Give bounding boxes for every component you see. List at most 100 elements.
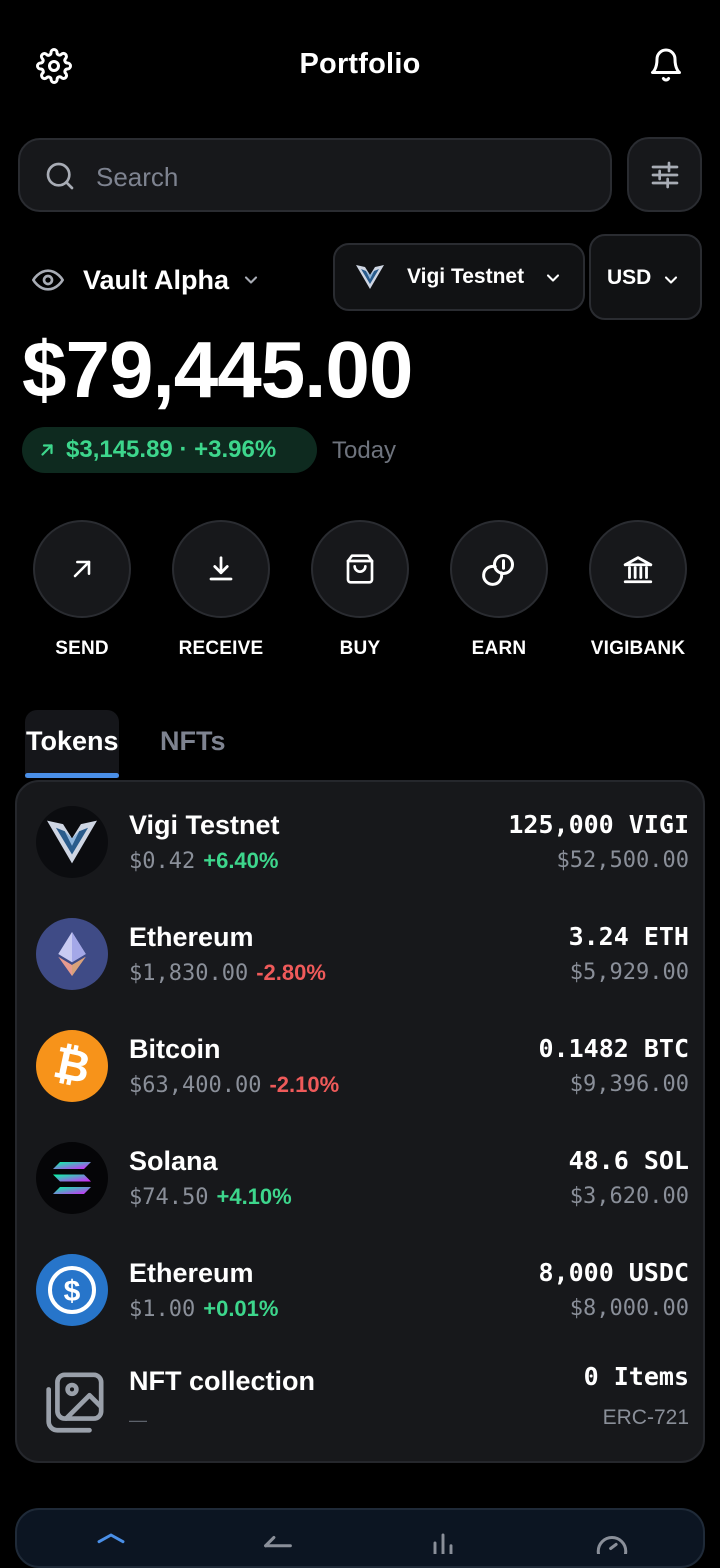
bitcoin-icon: ₿	[36, 1030, 108, 1102]
header: Portfolio	[0, 0, 720, 132]
token-price: $1.00	[129, 1297, 196, 1322]
currency-label: USD	[607, 266, 652, 289]
token-amount: 0.1482 BTC	[538, 1034, 689, 1063]
receive-button-circle[interactable]	[172, 520, 270, 618]
send-button[interactable]: SEND	[20, 520, 144, 660]
token-row-ethereum[interactable]: Ethereum $1,830.00 -2.80% 3.24 ETH $5,929…	[17, 894, 707, 1006]
sliders-icon	[651, 161, 679, 189]
network-selector[interactable]: Vigi Testnet	[333, 243, 585, 311]
token-amount: 8,000 USDC	[538, 1258, 689, 1287]
nft-collection-row[interactable]: NFT collection — 0 Items ERC-721	[17, 1344, 707, 1456]
period-label: Today	[332, 437, 397, 464]
token-price-row: $1,830.00 -2.80%	[129, 960, 326, 986]
arrow-up-right-icon	[41, 444, 53, 456]
buy-button-circle[interactable]	[311, 520, 409, 618]
token-name: Solana	[129, 1146, 218, 1176]
token-row-bitcoin[interactable]: ₿ Bitcoin $63,400.00 -2.10% 0.1482 BTC $9…	[17, 1006, 707, 1118]
usdc-icon: $	[36, 1254, 108, 1326]
buy-label: BUY	[339, 638, 381, 659]
receive-button[interactable]: RECEIVE	[159, 520, 283, 660]
vault-selector[interactable]: Vault Alpha	[32, 258, 261, 302]
token-row-solana[interactable]: Solana $74.50 +4.10% 48.6 SOL $3,620.00	[17, 1118, 707, 1230]
currency-selector[interactable]: USD	[589, 234, 702, 320]
vault-name: Vault Alpha	[83, 264, 230, 295]
search-placeholder: Search	[96, 162, 179, 192]
vigibank-label: VIGIBANK	[590, 638, 686, 659]
bell-icon[interactable]	[648, 46, 684, 84]
bank-icon[interactable]	[95, 1532, 127, 1554]
token-value: $9,396.00	[569, 1072, 689, 1097]
buy-button[interactable]: BUY	[298, 520, 422, 660]
earn-label: EARN	[471, 638, 527, 659]
send-button-circle[interactable]	[33, 520, 131, 618]
chevron-down-icon	[546, 274, 560, 282]
token-value: ERC-721	[602, 1406, 689, 1429]
token-name: Ethereum	[129, 922, 254, 952]
token-change: +6.40%	[203, 848, 279, 873]
solana-icon	[36, 1142, 108, 1214]
arrow-left-icon[interactable]	[261, 1532, 295, 1554]
svg-text:$: $	[64, 1275, 81, 1308]
download-icon	[209, 556, 233, 581]
token-list: Vigi Testnet $0.42 +6.40% 125,000 VIGI $5…	[15, 780, 705, 1463]
token-value: $8,000.00	[569, 1296, 689, 1321]
token-amount: 48.6 SOL	[568, 1146, 689, 1175]
token-row-usdc[interactable]: $ Ethereum $1.00 +0.01% 8,000 USDC $8,000…	[17, 1230, 707, 1342]
token-price: $1,830.00	[129, 961, 249, 986]
receive-label: RECEIVE	[178, 638, 264, 659]
chevron-down-icon	[244, 276, 258, 284]
earn-button[interactable]: EARN	[437, 520, 561, 660]
vigi-logo-icon	[356, 265, 384, 289]
active-tab-indicator	[25, 773, 119, 778]
filter-button[interactable]	[627, 137, 702, 212]
eye-icon[interactable]	[32, 268, 64, 292]
token-amount: 3.24 ETH	[568, 922, 689, 951]
token-price-row: $0.42 +6.40%	[129, 848, 278, 874]
tab-tokens[interactable]: Tokens	[25, 710, 119, 778]
arrow-up-right-icon	[73, 560, 91, 578]
bar-chart-icon[interactable]	[427, 1532, 459, 1554]
token-change: +0.01%	[203, 1296, 279, 1321]
token-name: Bitcoin	[129, 1034, 221, 1064]
token-amount: 125,000 VIGI	[508, 810, 689, 839]
chevron-down-icon	[664, 276, 678, 284]
tab-tokens-label: Tokens	[26, 726, 119, 756]
token-price-row: $1.00 +0.01%	[129, 1296, 278, 1322]
network-label: Vigi Testnet	[407, 265, 525, 288]
bank-icon	[623, 556, 653, 584]
balance-change-badge: $3,145.89 · +3.96%	[22, 427, 317, 473]
token-name: Vigi Testnet	[129, 810, 280, 840]
token-value: $3,620.00	[569, 1184, 689, 1209]
token-price: $74.50	[129, 1185, 209, 1210]
total-balance: $79,445.00	[22, 325, 413, 414]
earn-button-circle[interactable]	[450, 520, 548, 618]
balance-change-text: $3,145.89 · +3.96%	[66, 436, 277, 463]
token-price: $0.42	[129, 849, 196, 874]
token-change: -2.10%	[269, 1072, 340, 1097]
token-change: +4.10%	[216, 1184, 292, 1209]
search-icon	[46, 162, 74, 190]
token-name: Ethereum	[129, 1258, 254, 1288]
search-input[interactable]: Search	[18, 138, 612, 212]
token-price: $63,400.00	[129, 1073, 262, 1098]
token-amount: 0 Items	[583, 1362, 689, 1391]
shopping-bag-icon	[346, 554, 374, 584]
vigibank-button-circle[interactable]	[589, 520, 687, 618]
token-price-row: $63,400.00 -2.10%	[129, 1072, 339, 1098]
coins-icon	[482, 554, 514, 586]
bottom-navigation	[15, 1508, 705, 1568]
token-name: NFT collection	[129, 1366, 316, 1396]
image-gallery-icon	[36, 1368, 108, 1440]
token-value: $5,929.00	[569, 960, 689, 985]
page-title: Portfolio	[299, 48, 421, 80]
compass-icon[interactable]	[595, 1532, 629, 1554]
token-change: -2.80%	[256, 960, 326, 985]
token-price-row: —	[129, 1406, 147, 1432]
vigi-logo-icon	[36, 806, 108, 878]
vigibank-button[interactable]: VIGIBANK	[576, 520, 700, 660]
token-price-row: $74.50 +4.10%	[129, 1184, 292, 1210]
send-label: SEND	[55, 638, 109, 659]
token-price: —	[129, 1410, 147, 1430]
token-row-vigi[interactable]: Vigi Testnet $0.42 +6.40% 125,000 VIGI $5…	[17, 782, 707, 894]
tab-nfts-label: NFTs	[160, 726, 226, 756]
